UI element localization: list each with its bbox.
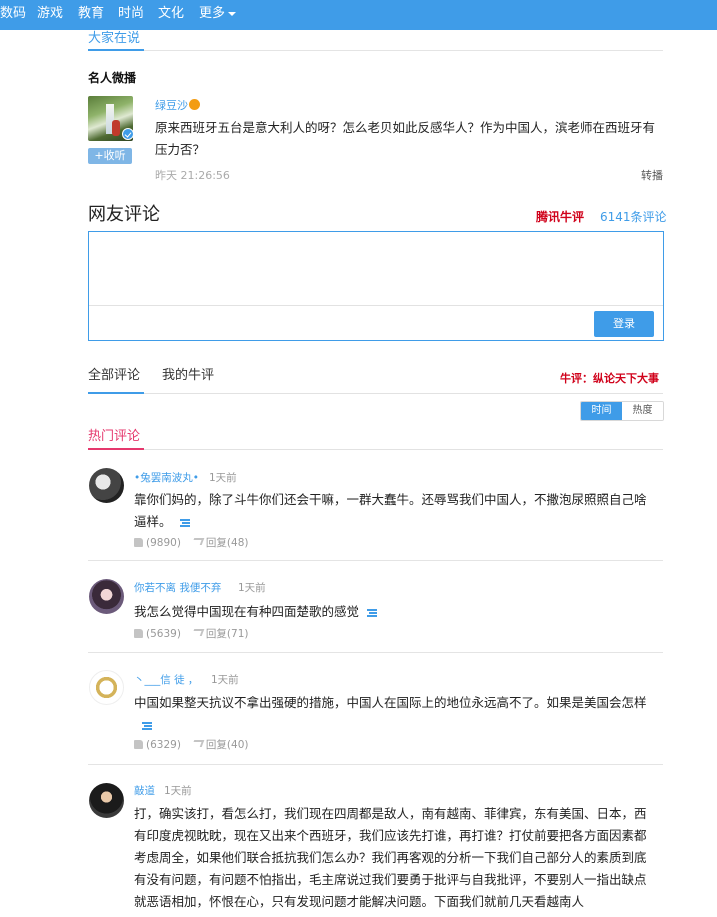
comment-box: 登录 — [88, 231, 664, 341]
comment-text: 我怎么觉得中国现在有种四面楚歌的感觉 — [134, 601, 658, 623]
tab-my-comments[interactable]: 我的牛评 — [162, 368, 214, 384]
reply-count: 回复(40) — [205, 739, 249, 751]
verified-check-icon — [122, 128, 134, 140]
comment-count-link[interactable]: 6141条评论 — [600, 208, 667, 225]
comment-author[interactable]: 丶___信 徒 ， — [134, 672, 198, 687]
follow-button[interactable]: +收听 — [88, 148, 132, 164]
comment-divider — [88, 652, 663, 653]
comment-text: 中国如果整天抗议不拿出强硬的措施，中国人在国际上的地位永远高不了。如果是美国会怎… — [134, 692, 658, 736]
comment-time: 1天前 — [209, 472, 237, 484]
nav-item-education[interactable]: 教育 — [78, 6, 104, 22]
comment-author[interactable]: 敲道 — [134, 783, 155, 798]
expand-icon[interactable] — [142, 721, 152, 730]
hot-divider-accent — [88, 448, 144, 450]
weibo-post-text: 原来西班牙五台是意大利人的呀？怎么老贝如此反感华人？作为中国人，滨老师在西班牙有… — [155, 120, 656, 157]
comment-author[interactable]: 你若不离 我便不弃 — [134, 580, 221, 595]
thumbs-up-icon — [134, 629, 143, 638]
chevron-down-icon — [228, 11, 237, 16]
comment-avatar[interactable] — [89, 783, 124, 818]
comment-body: 我怎么觉得中国现在有种四面楚歌的感觉 — [134, 604, 360, 619]
nav-item-games[interactable]: 游戏 — [37, 6, 63, 22]
section-divider-accent — [88, 49, 144, 51]
nav-item-fashion[interactable]: 时尚 — [118, 6, 144, 22]
weibo-section-title: 名人微播 — [88, 71, 137, 85]
nav-item-culture[interactable]: 文化 — [158, 6, 184, 22]
expand-icon[interactable] — [179, 518, 190, 527]
comment-time: 1天前 — [238, 582, 266, 594]
reply-button[interactable]: 回复(71) — [181, 628, 249, 640]
nav-item-more[interactable]: 更多 — [199, 6, 237, 22]
comment-body: 中国如果整天抗议不拿出强硬的措施，中国人在国际上的地位永远高不了。如果是美国会怎… — [134, 695, 647, 710]
reply-icon — [191, 629, 205, 636]
comment-actions: (6329) 回复(40) — [134, 737, 248, 752]
comment-text: 靠你们妈的，除了斗牛你们还会干嘛，一群大蠢牛。还辱骂我们中国人，不撒泡尿照照自己… — [134, 489, 658, 533]
sort-by-time-button[interactable]: 时间 — [581, 402, 622, 420]
section-divider — [88, 49, 663, 51]
like-button[interactable]: (5639) — [134, 628, 181, 640]
top-nav: 数码 游戏 教育 时尚 文化 更多 — [0, 0, 717, 30]
repost-link[interactable]: 转播 — [641, 167, 663, 183]
comment-divider — [88, 764, 663, 765]
like-count: (9890) — [146, 537, 181, 549]
tabs-divider — [88, 393, 663, 394]
comment-time: 1天前 — [164, 785, 192, 797]
sort-toggle: 时间 热度 — [580, 401, 664, 421]
comment-time: 1天前 — [211, 674, 239, 686]
comment-avatar[interactable] — [89, 468, 124, 503]
reply-icon — [191, 740, 205, 747]
weibo-post-time: 昨天 21:26:56 — [155, 169, 230, 182]
hot-divider — [88, 448, 663, 450]
comment-avatar[interactable] — [89, 579, 124, 614]
nav-more-label: 更多 — [199, 6, 226, 21]
like-button[interactable]: (6329) — [134, 739, 181, 751]
sort-by-hot-button[interactable]: 热度 — [622, 402, 663, 420]
section-title: 大家在说 — [88, 31, 141, 46]
reply-count: 回复(71) — [205, 628, 249, 640]
reply-icon — [191, 538, 205, 545]
comment-box-footer: 登录 — [89, 305, 663, 340]
hot-comments-title: 热门评论 — [88, 429, 141, 444]
expand-icon[interactable] — [367, 608, 378, 617]
comment-text: 打，确实该打，看怎么打，我们现在四周都是敌人，南有越南、菲律宾，东有美国、日本，… — [134, 803, 658, 917]
weibo-author-name[interactable]: 绿豆沙 — [155, 97, 188, 113]
tab-all-comments[interactable]: 全部评论 — [88, 368, 140, 384]
comment-actions: (9890) 回复(48) — [134, 535, 248, 550]
comment-actions: (5639) 回复(71) — [134, 626, 248, 641]
avatar-person — [112, 120, 120, 136]
comment-body: 靠你们妈的，除了斗牛你们还会干嘛，一群大蠢牛。还辱骂我们中国人，不撒泡尿照照自己… — [134, 492, 647, 529]
comment-author[interactable]: •兔罢南波丸• — [134, 470, 199, 485]
thumbs-up-icon — [134, 740, 143, 749]
like-count: (6329) — [146, 739, 181, 751]
comment-body: 打，确实该打，看怎么打，我们现在四周都是敌人，南有越南、菲律宾，东有美国、日本，… — [134, 806, 647, 909]
login-button[interactable]: 登录 — [594, 311, 654, 337]
nav-item-digital[interactable]: 数码 — [0, 6, 26, 22]
reply-count: 回复(48) — [205, 537, 249, 549]
like-button[interactable]: (9890) — [134, 537, 181, 549]
thumbs-up-icon — [134, 538, 143, 547]
reply-button[interactable]: 回复(48) — [181, 537, 249, 549]
niuping-slogan[interactable]: 牛评：纵论天下大事 — [560, 370, 659, 386]
comment-input[interactable] — [89, 232, 663, 305]
reply-button[interactable]: 回复(40) — [181, 739, 249, 751]
vip-badge-icon — [189, 99, 200, 110]
comments-title: 网友评论 — [88, 204, 160, 225]
brand-link[interactable]: 腾讯牛评 — [536, 208, 584, 225]
comment-avatar[interactable] — [89, 670, 124, 705]
tab-active-indicator — [88, 392, 144, 394]
comment-divider — [88, 560, 663, 561]
like-count: (5639) — [146, 628, 181, 640]
